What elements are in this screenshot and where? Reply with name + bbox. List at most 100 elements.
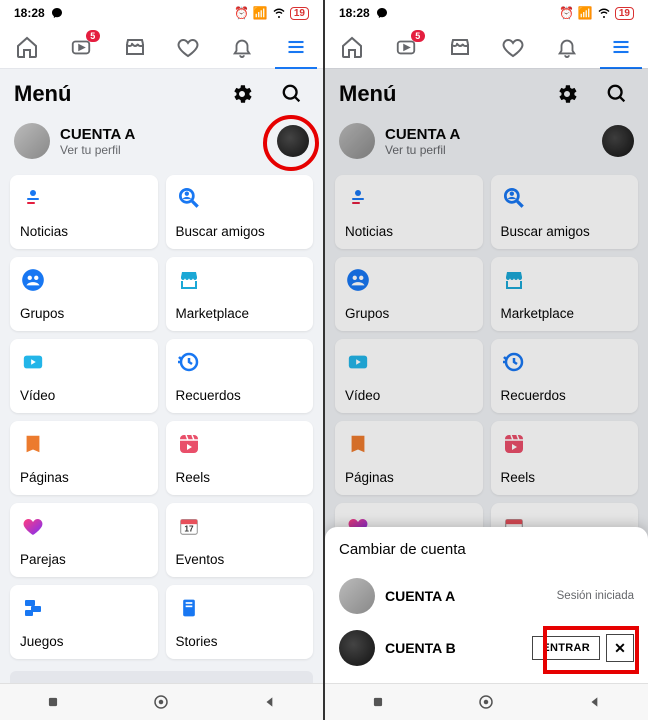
nav-bar <box>0 683 323 720</box>
avatar <box>339 123 375 159</box>
sheet-title: Cambiar de cuenta <box>339 541 634 558</box>
tab-dating[interactable] <box>173 32 203 62</box>
status-bar: 18:28 ⏰ 📶 19 <box>325 0 648 26</box>
session-status: Sesión iniciada <box>557 590 634 602</box>
card-buscar-amigos[interactable]: Buscar amigos <box>491 175 639 249</box>
account-row-a[interactable]: CUENTA A Sesión iniciada <box>339 570 634 622</box>
wifi-icon <box>597 7 611 19</box>
card-grupos[interactable]: Grupos <box>10 257 158 331</box>
card-recuerdos[interactable]: Recuerdos <box>491 339 639 413</box>
battery-indicator: 19 <box>615 7 634 20</box>
groups-icon <box>20 267 46 293</box>
close-button[interactable]: ✕ <box>606 634 634 662</box>
tab-home[interactable] <box>337 32 367 62</box>
profile-row[interactable]: CUENTA A Ver tu perfil <box>0 119 323 169</box>
card-stories[interactable]: Stories <box>166 585 314 659</box>
nav-back[interactable] <box>588 695 602 709</box>
signal-icon: 📶 <box>578 6 593 20</box>
tab-menu[interactable] <box>281 32 311 62</box>
card-paginas[interactable]: Páginas <box>10 421 158 495</box>
alarm-icon: ⏰ <box>559 6 574 20</box>
avatar <box>339 630 375 666</box>
profile-row[interactable]: CUENTA A Ver tu perfil <box>325 119 648 169</box>
card-noticias[interactable]: Noticias <box>335 175 483 249</box>
card-noticias[interactable]: Noticias <box>10 175 158 249</box>
card-grupos[interactable]: Grupos <box>335 257 483 331</box>
top-tabs: 5 <box>0 26 323 69</box>
account-row-b[interactable]: CUENTA B ENTRAR ✕ <box>339 622 634 674</box>
news-icon <box>20 185 46 211</box>
find-friends-icon <box>501 185 527 211</box>
card-reels[interactable]: Reels <box>491 421 639 495</box>
marketplace-icon <box>176 267 202 293</box>
tab-marketplace[interactable] <box>445 32 475 62</box>
avatar <box>14 123 50 159</box>
memories-icon <box>501 349 527 375</box>
watch-badge: 5 <box>86 30 100 42</box>
card-video[interactable]: Vídeo <box>335 339 483 413</box>
nav-bar <box>325 683 648 720</box>
tab-marketplace[interactable] <box>120 32 150 62</box>
reels-icon <box>501 431 527 457</box>
tab-watch[interactable]: 5 <box>391 32 421 62</box>
alarm-icon: ⏰ <box>234 6 249 20</box>
tab-notifications[interactable] <box>552 32 582 62</box>
card-recuerdos[interactable]: Recuerdos <box>166 339 314 413</box>
account-name: CUENTA A <box>385 126 460 143</box>
reels-icon <box>176 431 202 457</box>
menu-header: Menú <box>325 69 648 119</box>
messenger-icon <box>376 7 388 19</box>
card-reels[interactable]: Reels <box>166 421 314 495</box>
card-parejas[interactable]: Parejas <box>10 503 158 577</box>
tab-home[interactable] <box>12 32 42 62</box>
tab-menu[interactable] <box>606 32 636 62</box>
phone-right: 18:28 ⏰ 📶 19 5 Menú CUENTA A Ver tu perfil… <box>324 0 648 720</box>
card-video[interactable]: Vídeo <box>10 339 158 413</box>
search-button[interactable] <box>275 77 309 111</box>
card-buscar-amigos[interactable]: Buscar amigos <box>166 175 314 249</box>
search-button[interactable] <box>600 77 634 111</box>
card-marketplace[interactable]: Marketplace <box>166 257 314 331</box>
video-icon <box>345 349 371 375</box>
avatar <box>339 578 375 614</box>
switch-account-avatar[interactable] <box>602 125 634 157</box>
profile-subtitle: Ver tu perfil <box>385 143 460 157</box>
nav-home[interactable] <box>152 693 170 711</box>
menu-title: Menú <box>14 81 71 107</box>
settings-button[interactable] <box>550 77 584 111</box>
gaming-icon <box>20 595 46 621</box>
nav-recent[interactable] <box>46 695 60 709</box>
phone-left: 18:28 ⏰ 📶 19 5 Menú CUENTA <box>0 0 324 720</box>
nav-recent[interactable] <box>371 695 385 709</box>
pages-icon <box>345 431 371 457</box>
tab-watch[interactable]: 5 <box>66 32 96 62</box>
status-time: 18:28 <box>14 6 45 20</box>
enter-button[interactable]: ENTRAR <box>532 636 600 660</box>
watch-badge: 5 <box>411 30 425 42</box>
tab-dating[interactable] <box>498 32 528 62</box>
wifi-icon <box>272 7 286 19</box>
status-time: 18:28 <box>339 6 370 20</box>
settings-button[interactable] <box>225 77 259 111</box>
status-bar: 18:28 ⏰ 📶 19 <box>0 0 323 26</box>
menu-grid: Noticias Buscar amigos Grupos Marketplac… <box>0 169 323 665</box>
highlight-ring <box>263 115 319 171</box>
menu-header: Menú <box>0 69 323 119</box>
marketplace-icon <box>501 267 527 293</box>
nav-back[interactable] <box>263 695 277 709</box>
card-marketplace[interactable]: Marketplace <box>491 257 639 331</box>
signal-icon: 📶 <box>253 6 268 20</box>
nav-home[interactable] <box>477 693 495 711</box>
video-icon <box>20 349 46 375</box>
news-icon <box>345 185 371 211</box>
profile-subtitle: Ver tu perfil <box>60 143 135 157</box>
card-eventos[interactable]: 17Eventos <box>166 503 314 577</box>
memories-icon <box>176 349 202 375</box>
card-paginas[interactable]: Páginas <box>335 421 483 495</box>
groups-icon <box>345 267 371 293</box>
svg-text:17: 17 <box>184 525 194 534</box>
tab-notifications[interactable] <box>227 32 257 62</box>
top-tabs: 5 <box>325 26 648 69</box>
switch-account-sheet: Cambiar de cuenta CUENTA A Sesión inicia… <box>325 527 648 684</box>
card-juegos[interactable]: Juegos <box>10 585 158 659</box>
